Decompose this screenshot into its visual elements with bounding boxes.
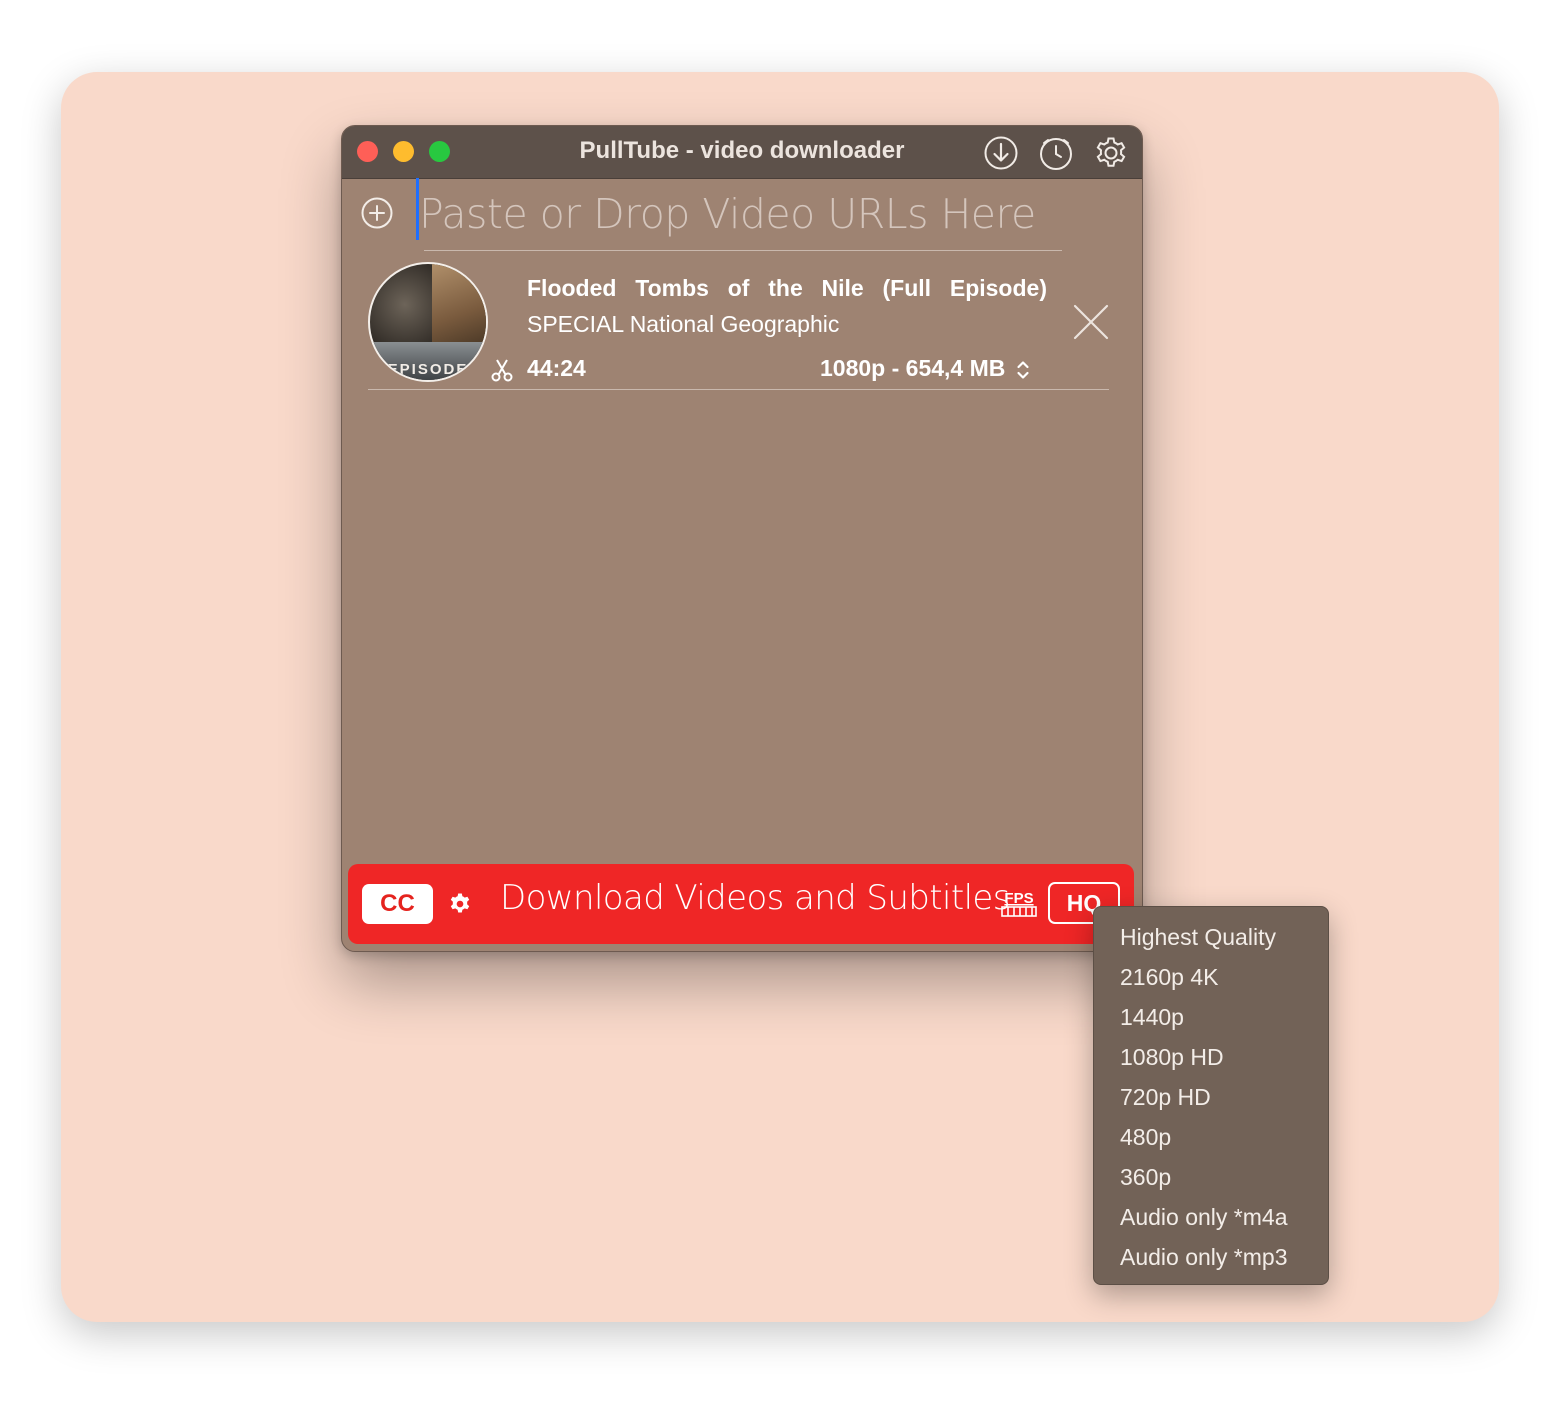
url-input[interactable]: [419, 184, 1079, 244]
title-bar: PullTube - video downloader: [342, 126, 1142, 179]
video-list-item[interactable]: EPISODE Flooded Tombs of the Nile (Full …: [342, 259, 1142, 389]
download-bar: CC Download Videos and Subtitles FPS HQ: [348, 864, 1134, 944]
thumbnail-episode-text: EPISODE: [387, 361, 469, 378]
quality-dropdown-menu: Highest Quality 2160p 4K 1440p 1080p HD …: [1093, 906, 1329, 1285]
menu-item-1440p[interactable]: 1440p: [1120, 997, 1184, 1037]
download-button[interactable]: Download Videos and Subtitles: [500, 878, 1010, 918]
video-duration: 44:24: [527, 355, 586, 381]
menu-item-1080p[interactable]: 1080p HD: [1120, 1037, 1224, 1077]
scissors-icon[interactable]: [490, 357, 514, 383]
menu-item-480p[interactable]: 480p: [1120, 1117, 1171, 1157]
format-label: 1080p - 654,4 MB: [820, 355, 1006, 381]
gear-icon[interactable]: [1093, 135, 1129, 171]
format-selector[interactable]: 1080p - 654,4 MB: [820, 355, 1030, 382]
fps-toggle[interactable]: FPS: [1001, 889, 1037, 919]
download-circle-icon[interactable]: [983, 135, 1019, 171]
menu-item-audio-m4a[interactable]: Audio only *m4a: [1120, 1197, 1288, 1237]
video-thumbnail: EPISODE: [368, 262, 488, 382]
video-title: Flooded Tombs of the Nile (Full Episode): [527, 275, 1047, 301]
menu-item-720p[interactable]: 720p HD: [1120, 1077, 1211, 1117]
window-title: PullTube - video downloader: [579, 137, 905, 164]
subtitle-settings-gear-icon[interactable]: [448, 892, 472, 916]
subtitles-button[interactable]: CC: [362, 884, 433, 924]
fps-label: FPS: [1004, 890, 1033, 907]
chevron-updown-icon: [1016, 359, 1030, 381]
menu-item-highest-quality[interactable]: Highest Quality: [1120, 917, 1276, 957]
clock-icon[interactable]: [1038, 135, 1074, 171]
close-icon[interactable]: [1071, 302, 1111, 342]
row-divider: [368, 389, 1109, 390]
menu-item-2160p[interactable]: 2160p 4K: [1120, 957, 1218, 997]
app-window: PullTube - video downloader EPISODE Floo…: [341, 125, 1143, 952]
video-channel: SPECIAL National Geographic: [527, 311, 840, 337]
thumbnail-rock-shape: [432, 264, 486, 344]
menu-item-360p[interactable]: 360p: [1120, 1157, 1171, 1197]
add-url-icon[interactable]: [360, 196, 394, 230]
menu-item-audio-mp3[interactable]: Audio only *mp3: [1120, 1237, 1288, 1277]
url-input-underline: [424, 250, 1062, 251]
